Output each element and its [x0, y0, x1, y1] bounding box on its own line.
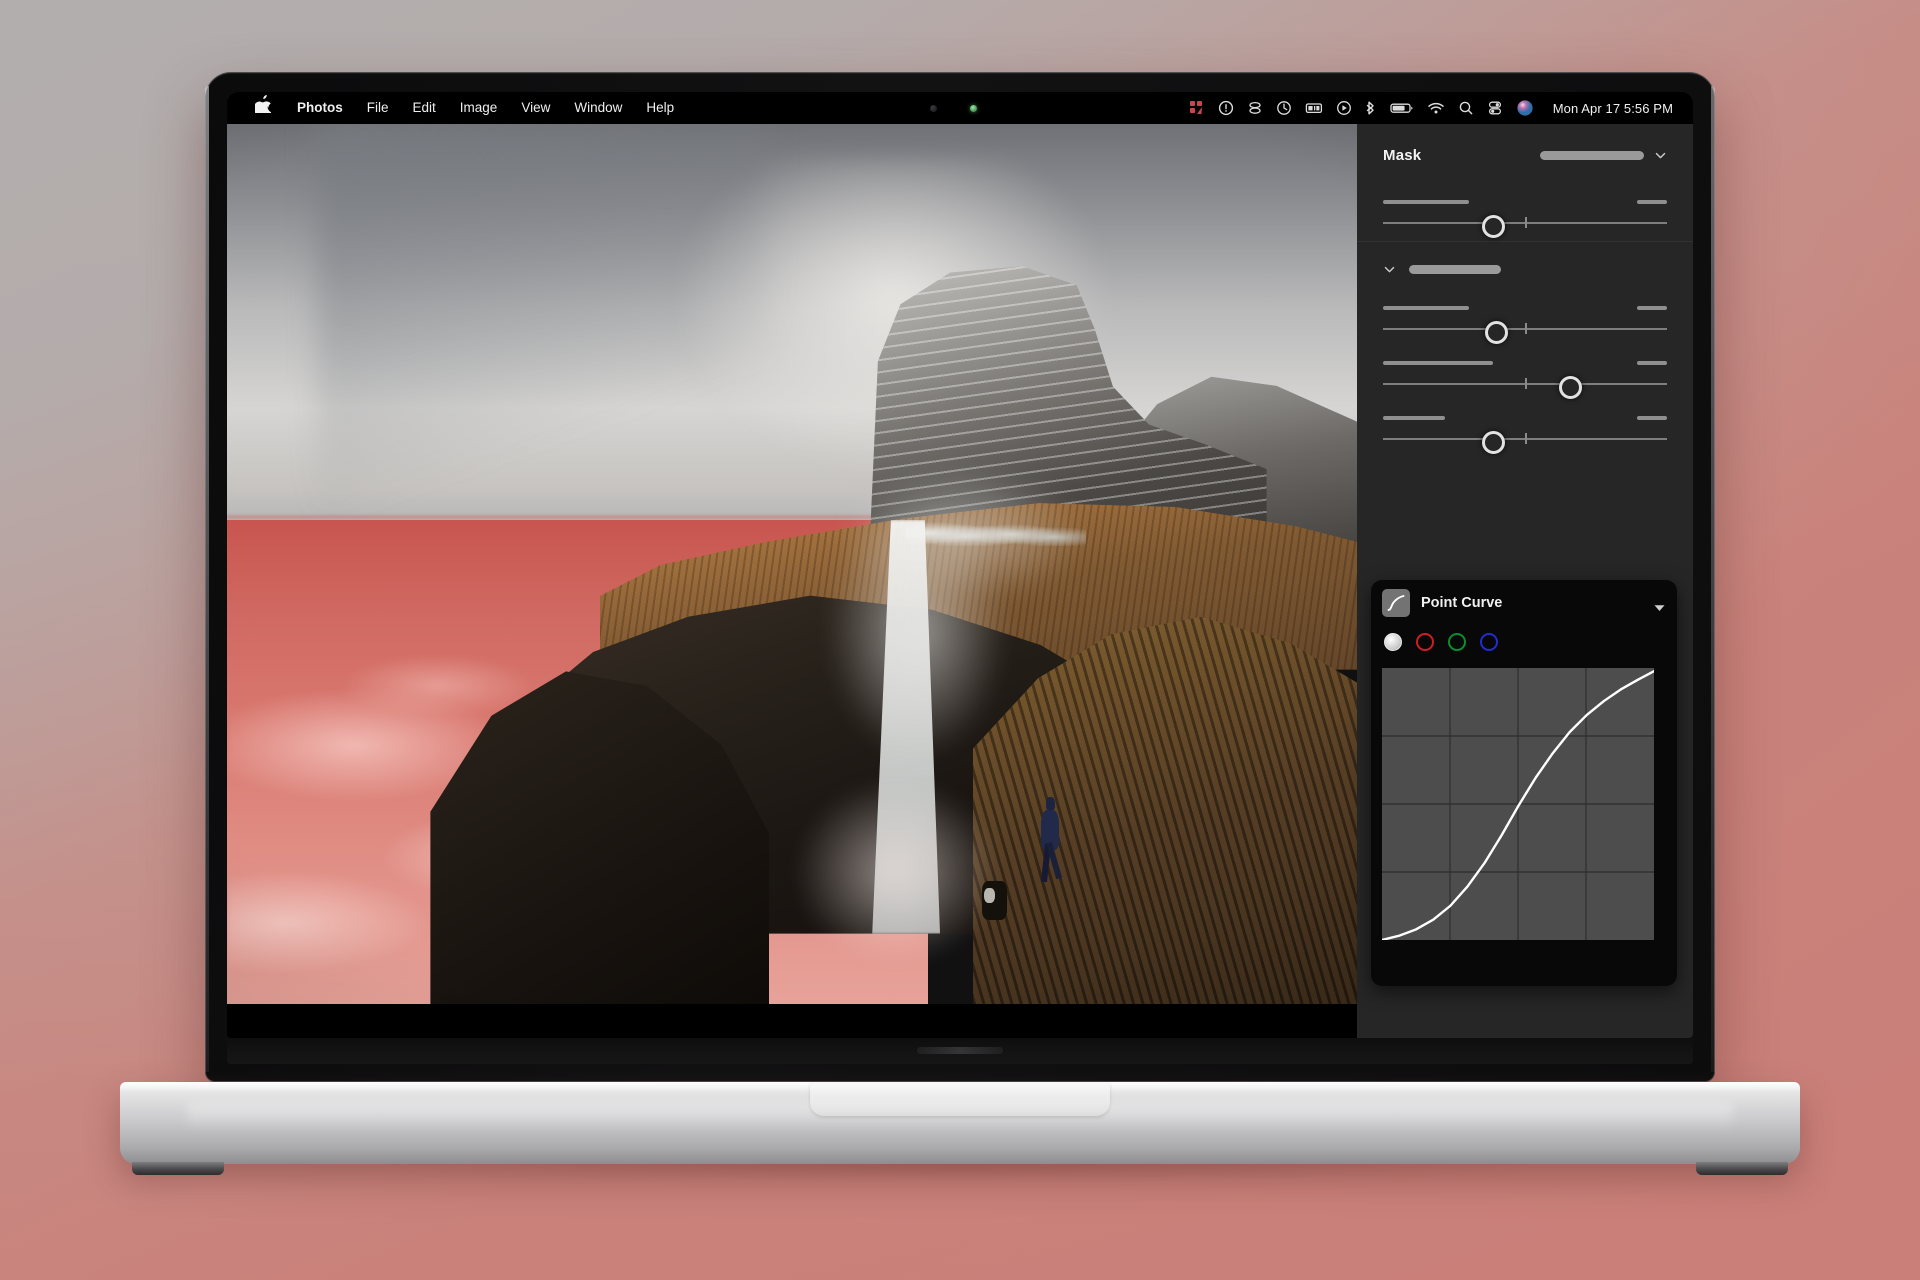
dropbox-icon[interactable] — [1247, 99, 1263, 117]
menu-edit[interactable]: Edit — [401, 92, 448, 124]
menu-bar-left: Photos File Edit Image View Window Help — [227, 92, 686, 124]
base-sheen — [187, 1103, 1733, 1132]
menu-view[interactable]: View — [509, 92, 562, 124]
camera-lens-icon — [930, 105, 937, 112]
adjust-section-header[interactable] — [1383, 242, 1667, 292]
battery-widget-icon[interactable] — [1305, 99, 1323, 117]
chevron-down-icon[interactable] — [1383, 263, 1396, 276]
slider-thumb[interactable] — [1482, 215, 1506, 238]
edited-photograph — [227, 124, 1357, 1004]
apple-menu[interactable] — [243, 92, 285, 124]
curve-graph-svg — [1382, 668, 1654, 940]
slider-center-tick — [1525, 323, 1527, 334]
point-curve-panel[interactable]: Point Curve — [1371, 580, 1677, 986]
channel-green-button[interactable] — [1448, 633, 1466, 651]
adjust-slider-2-labels — [1383, 361, 1667, 365]
search-icon[interactable] — [1458, 99, 1474, 117]
slider-center-tick — [1525, 433, 1527, 444]
mask-slider-redacted-label — [1383, 200, 1469, 204]
menu-photos[interactable]: Photos — [285, 92, 355, 124]
bluetooth-icon[interactable] — [1365, 99, 1377, 117]
caret-down-icon[interactable] — [1654, 599, 1665, 611]
mask-slider[interactable] — [1383, 215, 1667, 238]
adjust-slider-row-1 — [1383, 292, 1667, 347]
base-foot-left — [132, 1162, 224, 1175]
curve-channel-selector — [1371, 626, 1677, 658]
control-center-icon[interactable] — [1487, 99, 1503, 117]
photo-canvas[interactable] — [227, 124, 1357, 1004]
adjust-slider-3-redacted-value — [1637, 416, 1667, 420]
killer-app-icon[interactable] — [1189, 99, 1205, 117]
slider-thumb[interactable] — [1485, 321, 1509, 344]
laptop-screen: Photos File Edit Image View Window Help — [227, 92, 1693, 1038]
lid-left-highlight — [205, 86, 209, 1072]
mask-selector[interactable] — [1540, 149, 1667, 162]
menu-file[interactable]: File — [355, 92, 401, 124]
lid-right-highlight — [1711, 86, 1715, 1072]
adjust-slider-2-redacted-label — [1383, 361, 1493, 365]
channel-red-button[interactable] — [1416, 633, 1434, 651]
adjust-slider-3-redacted-label — [1383, 416, 1445, 420]
mask-slider-row — [1383, 186, 1667, 241]
base-foot-right — [1696, 1162, 1788, 1175]
adjust-section-redacted-title — [1409, 264, 1501, 274]
adjust-slider-3[interactable] — [1383, 431, 1667, 454]
curve-icon[interactable] — [1382, 589, 1410, 617]
time-machine-icon[interactable] — [1276, 99, 1292, 117]
adjust-slider-1-redacted-value — [1637, 306, 1667, 310]
adjust-slider-2-redacted-value — [1637, 361, 1667, 365]
mask-selector-redacted-label — [1540, 150, 1644, 160]
slider-thumb[interactable] — [1482, 431, 1506, 454]
laptop-base — [120, 1082, 1800, 1175]
slider-center-tick — [1525, 378, 1527, 389]
camera-indicator-light — [970, 105, 977, 112]
menu-window[interactable]: Window — [562, 92, 634, 124]
macbook-pro-mockup: Photos File Edit Image View Window Help — [0, 0, 1920, 1280]
mask-slider-redacted-value — [1637, 200, 1667, 204]
mask-title: Mask — [1383, 146, 1422, 164]
battery-icon[interactable] — [1390, 99, 1414, 117]
adjust-slider-2[interactable] — [1383, 376, 1667, 399]
photo-vignette — [227, 124, 1357, 1004]
adjust-slider-1-redacted-label — [1383, 306, 1469, 310]
menu-image[interactable]: Image — [448, 92, 510, 124]
adjust-slider-1-labels — [1383, 306, 1667, 310]
mask-section: Mask — [1357, 124, 1693, 241]
exclamation-circle-icon[interactable] — [1218, 99, 1234, 117]
point-curve-graph[interactable] — [1382, 668, 1654, 940]
menu-help[interactable]: Help — [634, 92, 686, 124]
mask-section-header: Mask — [1383, 124, 1667, 186]
mask-slider-labels — [1383, 200, 1667, 204]
menu-bar-clock[interactable]: Mon Apr 17 5:56 PM — [1553, 101, 1673, 116]
siri-icon[interactable] — [1516, 99, 1534, 117]
slider-center-tick — [1525, 217, 1527, 228]
adjust-slider-row-2 — [1383, 347, 1667, 402]
chevron-down-icon[interactable] — [1654, 149, 1667, 162]
adjust-slider-row-3 — [1383, 402, 1667, 457]
play-circle-icon[interactable] — [1336, 99, 1352, 117]
channel-blue-button[interactable] — [1480, 633, 1498, 651]
adjust-section — [1357, 242, 1693, 457]
adjust-slider-3-labels — [1383, 416, 1667, 420]
macbook-pro-wordmark — [917, 1047, 1003, 1054]
wifi-icon[interactable] — [1427, 99, 1445, 117]
apple-logo-icon — [254, 93, 272, 118]
point-curve-title: Point Curve — [1421, 595, 1503, 611]
screenshot-stage: Photos File Edit Image View Window Help — [0, 0, 1920, 1280]
laptop-lid: Photos File Edit Image View Window Help — [205, 72, 1715, 1082]
slider-thumb[interactable] — [1559, 376, 1583, 399]
menu-bar-status-items: Mon Apr 17 5:56 PM — [1189, 99, 1693, 117]
channel-rgb-button[interactable] — [1384, 633, 1402, 651]
display-notch — [856, 92, 1064, 124]
adjust-slider-1[interactable] — [1383, 321, 1667, 344]
display-chin — [227, 1038, 1693, 1064]
point-curve-header: Point Curve — [1371, 580, 1677, 626]
